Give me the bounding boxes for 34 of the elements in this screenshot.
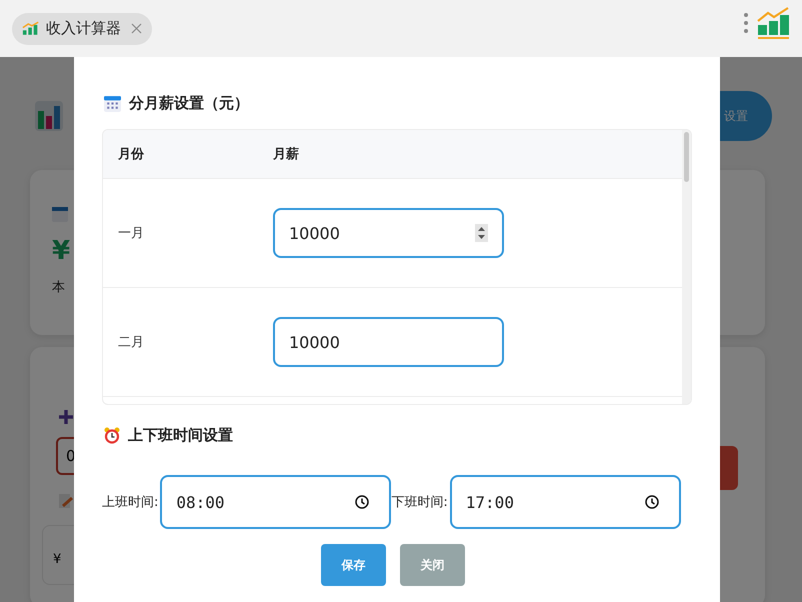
month-cell-text: 二月 [117,334,145,351]
section-title: 分月薪设置（元） [129,94,249,112]
close-icon[interactable] [131,23,142,34]
clock-icon[interactable] [355,495,370,509]
salary-field[interactable]: 10000 [273,208,504,258]
spinner-icon[interactable] [475,224,488,242]
month-cell-text: 一月 [117,225,145,242]
salary-value: 10000 [289,332,341,352]
salary-field[interactable]: 10000 [273,317,504,367]
scrollbar[interactable] [682,130,691,404]
more-icon[interactable] [744,12,748,34]
clock-icon[interactable] [644,495,659,509]
field-label: 下班时间: [391,494,448,511]
amount-text: ¥ [53,552,62,567]
plus-icon [58,409,74,425]
salary-value: 10000 [289,224,341,242]
caption-text: 本 [52,279,65,296]
time-field[interactable]: 17:00 [450,475,681,529]
time-value: 17:00 [466,492,515,512]
column-header: 月份 [117,146,145,163]
alarm-clock-icon [104,426,120,444]
amount-text: ¥ [52,236,70,266]
section-title: 上下班时间设置 [128,426,233,444]
calendar-icon [52,206,68,222]
chart-icon[interactable] [756,6,790,38]
column-header: 月薪 [273,146,299,163]
chart-icon [22,21,40,36]
time-value: 08:00 [176,492,226,512]
edit-icon [58,493,74,509]
calendar-icon [104,94,121,112]
app-tab[interactable]: 收入计算器 [12,12,152,44]
field-label: 上班时间: [102,494,158,511]
time-field[interactable]: 08:00 [160,475,392,529]
bar-chart-icon [35,101,63,131]
